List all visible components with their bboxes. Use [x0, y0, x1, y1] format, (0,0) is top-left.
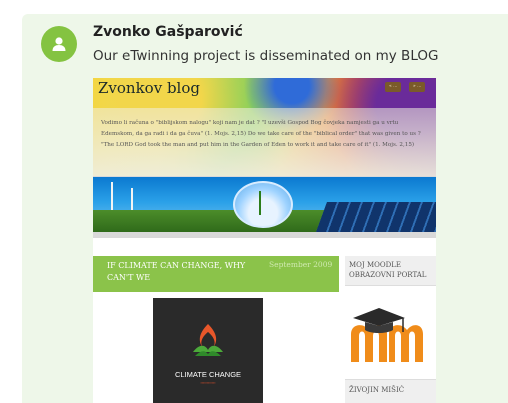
post-date: September 2009	[269, 260, 333, 269]
climate-change-image: CLIMATE CHANGE ▪▪▪▪▪▪▪▪▪▪▪▪	[153, 298, 263, 403]
blog-title: Zvonkov blog	[98, 79, 200, 97]
flame-icon	[193, 324, 223, 356]
post-message: Our eTwinning project is disseminated on…	[93, 48, 439, 64]
blog-content: IF CLIMATE CAN CHANGE, WHY CAN'T WE Sept…	[93, 238, 436, 403]
solar-panels	[316, 202, 436, 232]
moodle-logo	[351, 308, 423, 362]
avatar[interactable]	[41, 26, 77, 62]
blog-prev-button: « ...	[385, 82, 402, 92]
sprout-icon	[259, 191, 267, 215]
blog-quote: Vodimo li računa o "biblijskom nalogu" k…	[101, 120, 421, 148]
blog-next-button: » ...	[409, 82, 426, 92]
climate-sublabel: ▪▪▪▪▪▪▪▪▪▪▪▪	[200, 381, 216, 385]
post-title: IF CLIMATE CAN CHANGE, WHY CAN'T WE	[107, 261, 246, 282]
author-name[interactable]: Zvonko Gašparović	[93, 24, 243, 40]
climate-label: CLIMATE CHANGE	[174, 370, 242, 379]
sidebar-title: MOJ MOODLE OBRAZOVNI PORTAL	[349, 261, 427, 279]
user-icon	[52, 37, 66, 51]
sidebar-title-2: ŽIVOJIN MIŠIĆ	[349, 386, 405, 394]
blog-banner	[93, 177, 436, 232]
blog-screenshot[interactable]: Zvonkov blog « ... » ... Vodimo li račun…	[93, 78, 436, 403]
